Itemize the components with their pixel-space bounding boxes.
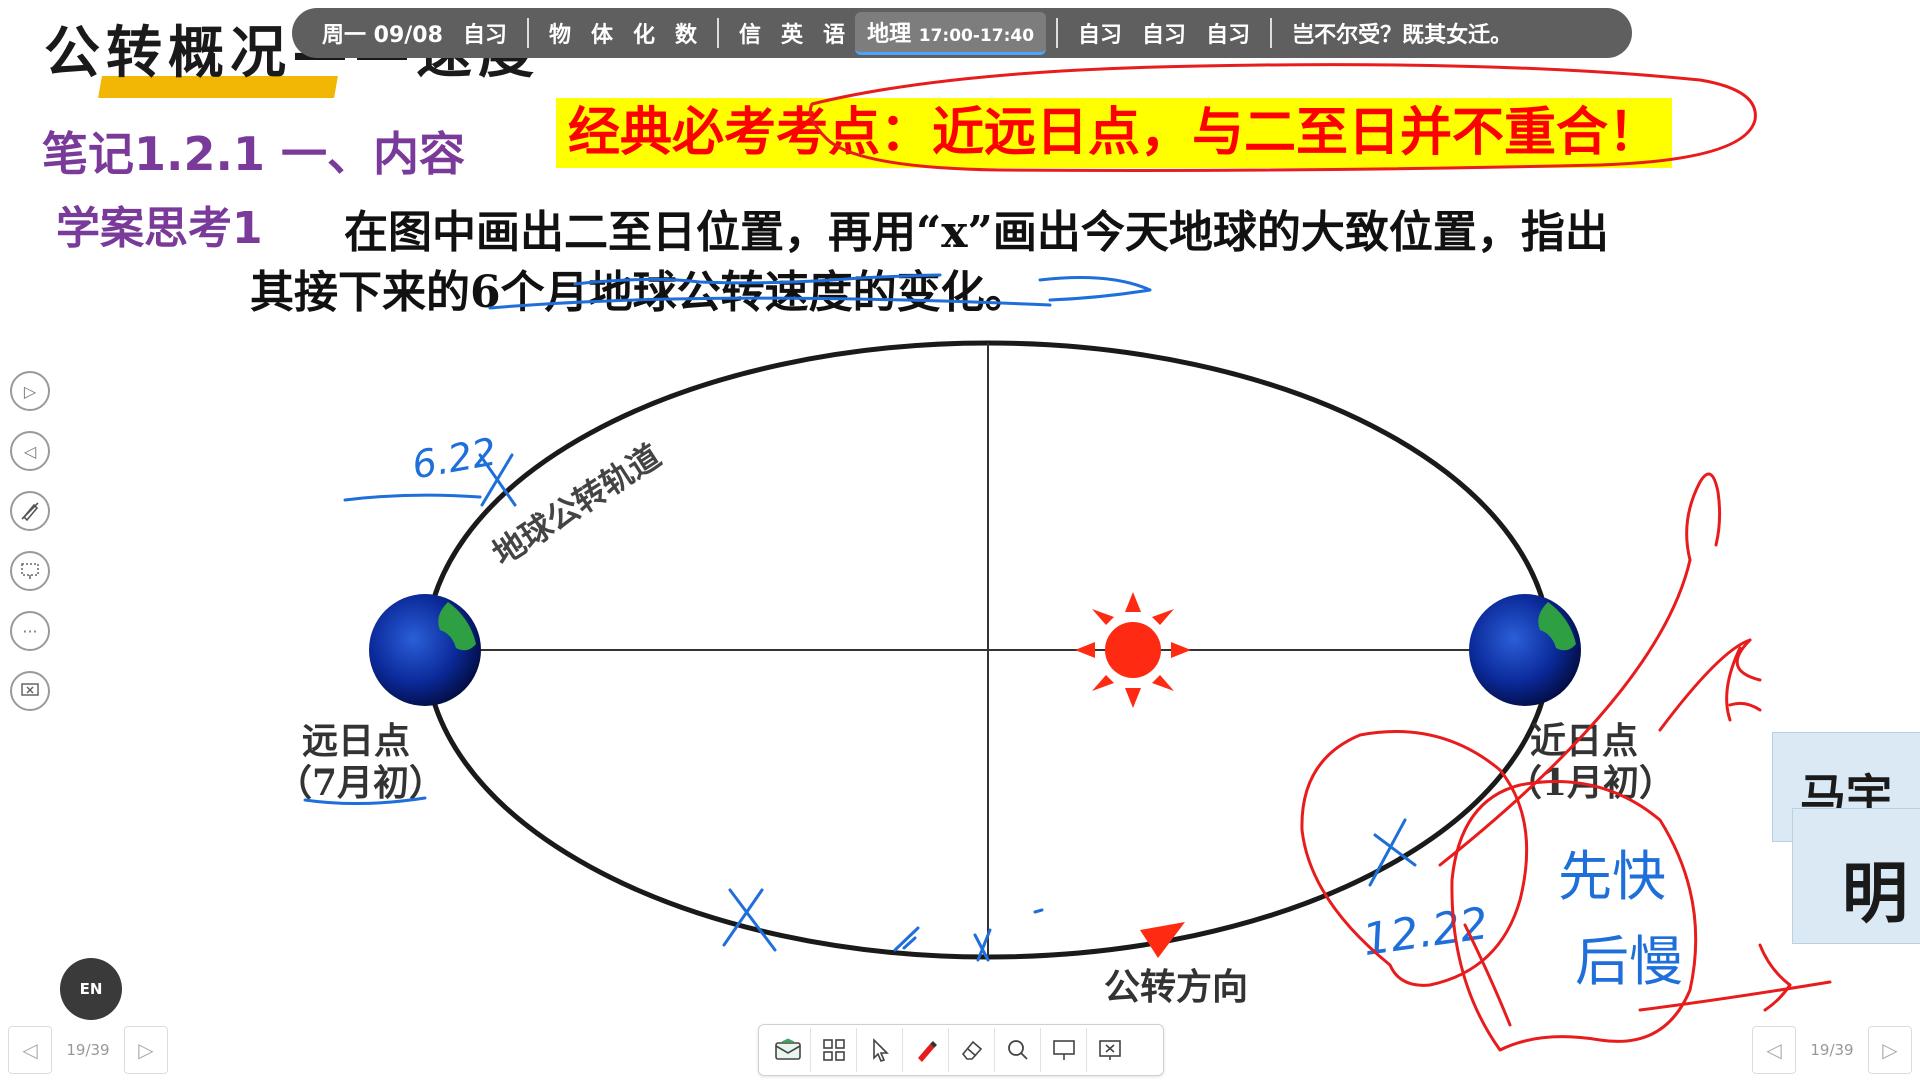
- magnifier-icon: [1007, 1040, 1028, 1060]
- close-screen-icon[interactable]: [10, 671, 50, 711]
- whiteboard-slide: 公转概况——速度 周一 09/08 自习 物 体 化 数 信 英 语 地理 17…: [0, 0, 1920, 1080]
- cursor-icon: [872, 1038, 889, 1062]
- next-page-icon[interactable]: ▷: [10, 371, 50, 411]
- page-counter: 19/39: [66, 1041, 110, 1059]
- page-counter: 19/39: [1810, 1041, 1854, 1059]
- earth-aphelion-icon: [369, 594, 481, 706]
- earth-orbit-diagram: 地球公转轨道: [369, 340, 1581, 960]
- screen-close-icon: [21, 683, 39, 696]
- earth-perihelion-icon: [1469, 594, 1581, 706]
- select-button[interactable]: [857, 1028, 903, 1072]
- left-pager: ◁ 19/39 ▷: [8, 1024, 168, 1076]
- envelope-icon: [774, 1038, 801, 1060]
- sun-icon: [1075, 592, 1191, 708]
- next-slide-button[interactable]: ▷: [1867, 1026, 1912, 1074]
- more-icon[interactable]: ···: [10, 611, 50, 651]
- previous-page-icon[interactable]: ◁: [10, 431, 50, 471]
- eraser-icon: [961, 1040, 982, 1060]
- annotation-toolbar: [758, 1024, 1164, 1076]
- pen-slash-icon: [21, 502, 39, 522]
- orbit-label: 地球公转轨道: [486, 437, 668, 573]
- screen-icon: [21, 563, 39, 579]
- grid-icon: [822, 1039, 845, 1061]
- grid-button[interactable]: [811, 1028, 857, 1072]
- presentation-button[interactable]: [1041, 1028, 1087, 1072]
- prev-slide-button[interactable]: ◁: [8, 1026, 52, 1074]
- pen-button[interactable]: [903, 1028, 949, 1072]
- exit-presentation-icon: [1099, 1040, 1121, 1060]
- envelope-button[interactable]: [765, 1028, 811, 1072]
- prev-slide-button[interactable]: ◁: [1752, 1026, 1796, 1074]
- revolution-direction-label: 公转方向: [1104, 966, 1249, 1008]
- presentation-icon: [1052, 1040, 1075, 1060]
- next-slide-button[interactable]: ▷: [123, 1026, 168, 1074]
- language-badge[interactable]: EN: [60, 958, 122, 1020]
- screen-capture-icon[interactable]: [10, 551, 50, 591]
- student-char-text: 明: [1842, 855, 1908, 932]
- eraser-button[interactable]: [949, 1028, 995, 1072]
- perihelion-month-label: （1月初）: [1506, 762, 1676, 804]
- aphelion-month-label: （7月初）: [276, 762, 446, 804]
- exit-presentation-button[interactable]: [1087, 1028, 1133, 1072]
- pen-icon: [917, 1041, 937, 1062]
- zoom-button[interactable]: [995, 1028, 1041, 1072]
- pen-settings-icon[interactable]: [10, 491, 50, 531]
- right-pager: ◁ 19/39 ▷: [1752, 1024, 1912, 1076]
